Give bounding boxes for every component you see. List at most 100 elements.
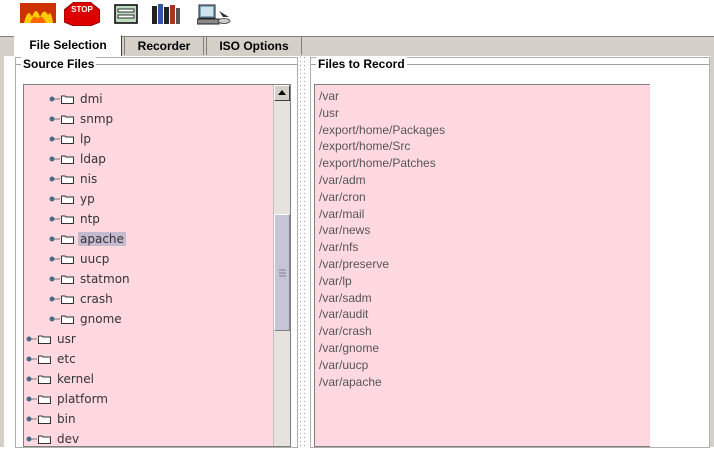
tree-item[interactable]: lp xyxy=(49,129,93,149)
main-window: File Selection Recorder ISO Options Sour… xyxy=(0,34,714,448)
tree-handle-icon[interactable] xyxy=(49,215,60,223)
scroll-thumb[interactable] xyxy=(274,214,290,331)
file-list-item[interactable]: /var/cron xyxy=(319,189,366,206)
tree-item[interactable]: crash xyxy=(49,289,115,309)
tree-item[interactable]: platform xyxy=(26,389,110,409)
tree-handle-icon[interactable] xyxy=(49,155,60,163)
scroll-up-arrow[interactable] xyxy=(274,85,290,101)
tree-item[interactable]: bin xyxy=(26,409,78,429)
folder-icon xyxy=(61,95,74,104)
fire-icon xyxy=(20,3,56,23)
tab-recorder[interactable]: Recorder xyxy=(124,36,204,55)
books-button[interactable] xyxy=(150,0,182,28)
tree-item-label: usr xyxy=(57,332,76,346)
tree-item-label: platform xyxy=(57,392,108,406)
tree-handle-icon[interactable] xyxy=(49,235,60,243)
file-list-item[interactable]: /var/adm xyxy=(319,172,366,189)
tree-item[interactable]: statmon xyxy=(49,269,132,289)
tree-item-label: apache xyxy=(78,232,126,246)
tree-item[interactable]: kernel xyxy=(26,369,96,389)
tree-handle-icon[interactable] xyxy=(49,275,60,283)
tree-item-label: dev xyxy=(57,432,80,446)
file-list-item[interactable]: /var/preserve xyxy=(319,256,389,273)
folder-icon xyxy=(38,395,51,404)
tree-item-label: snmp xyxy=(80,112,114,126)
tree-item[interactable]: dmi xyxy=(49,89,105,109)
files-to-record-group: Files to Record /var/usr/export/home/Pac… xyxy=(310,57,710,448)
tree-item[interactable]: gnome xyxy=(49,309,124,329)
tree-handle-icon[interactable] xyxy=(49,195,60,203)
file-list-item[interactable]: /var/lp xyxy=(319,273,352,290)
folder-icon xyxy=(61,275,74,284)
folder-icon xyxy=(38,335,51,344)
file-list-item[interactable]: /usr xyxy=(319,105,339,122)
tree-item-label: yp xyxy=(80,192,95,206)
tree-item-label: crash xyxy=(80,292,113,306)
tree-item-label: etc xyxy=(57,352,76,366)
tree-item[interactable]: etc xyxy=(26,349,78,369)
tree-handle-icon[interactable] xyxy=(26,375,37,383)
tree-item-label: gnome xyxy=(80,312,122,326)
tree-handle-icon[interactable] xyxy=(26,435,37,443)
divider-grip-icon xyxy=(300,57,308,448)
tree-handle-icon[interactable] xyxy=(49,95,60,103)
tree-item[interactable]: usr xyxy=(26,329,78,349)
folder-icon xyxy=(38,355,51,364)
file-list-item[interactable]: /var/apache xyxy=(319,374,382,391)
tree-handle-icon[interactable] xyxy=(49,115,60,123)
tree-handle-icon[interactable] xyxy=(26,395,37,403)
file-list-item[interactable]: /var/gnome xyxy=(319,340,379,357)
panel-button[interactable] xyxy=(112,0,140,28)
folder-icon xyxy=(61,175,74,184)
fire-button[interactable] xyxy=(18,0,58,28)
tree-item[interactable]: yp xyxy=(49,189,97,209)
tab-file-selection[interactable]: File Selection xyxy=(14,35,122,56)
file-list-item[interactable]: /var/sadm xyxy=(319,290,372,307)
tree-handle-icon[interactable] xyxy=(49,175,60,183)
files-to-record-list[interactable]: /var/usr/export/home/Packages/export/hom… xyxy=(314,84,650,447)
tree-item-label: nis xyxy=(80,172,98,186)
stop-button[interactable]: STOP xyxy=(63,0,101,28)
tree-handle-icon[interactable] xyxy=(26,355,37,363)
tree-item[interactable]: uucp xyxy=(49,249,111,269)
folder-icon xyxy=(61,315,74,324)
tree-item-label: dmi xyxy=(80,92,103,106)
folder-icon xyxy=(61,115,74,124)
file-list-item[interactable]: /export/home/Src xyxy=(319,138,410,155)
tree-item-label: kernel xyxy=(57,372,94,386)
computer-disc-button[interactable] xyxy=(196,0,232,28)
file-list-item[interactable]: /var/uucp xyxy=(319,357,368,374)
tree-handle-icon[interactable] xyxy=(26,335,37,343)
folder-icon xyxy=(38,415,51,424)
tree-item[interactable]: snmp xyxy=(49,109,115,129)
file-list-item[interactable]: /var/crash xyxy=(319,323,372,340)
source-tree-scrollbar[interactable] xyxy=(273,85,290,446)
folder-icon xyxy=(61,195,74,204)
source-files-tree[interactable]: dmi snmp lp ldap nis yp ntp apache uucp statmon cr… xyxy=(23,84,291,447)
file-list-item[interactable]: /export/home/Patches xyxy=(319,155,436,172)
tree-item[interactable]: ntp xyxy=(49,209,102,229)
tree-item-label: statmon xyxy=(80,272,130,286)
tree-handle-icon[interactable] xyxy=(49,315,60,323)
tree-handle-icon[interactable] xyxy=(49,135,60,143)
folder-icon xyxy=(61,135,74,144)
tree-item-label: ntp xyxy=(80,212,100,226)
split-divider[interactable] xyxy=(300,57,308,448)
tree-item[interactable]: dev xyxy=(26,429,81,446)
file-list-item[interactable]: /var/news xyxy=(319,222,370,239)
tree-item[interactable]: nis xyxy=(49,169,99,189)
arrow-up-icon xyxy=(278,90,286,95)
tree-handle-icon[interactable] xyxy=(49,255,60,263)
grip-icon xyxy=(279,269,286,277)
file-list-item[interactable]: /var xyxy=(319,88,339,105)
file-list-item[interactable]: /var/nfs xyxy=(319,239,358,256)
tree-item[interactable]: apache xyxy=(49,229,126,249)
tab-iso-options[interactable]: ISO Options xyxy=(206,36,302,55)
file-list-item[interactable]: /export/home/Packages xyxy=(319,122,445,139)
tree-handle-icon[interactable] xyxy=(26,415,37,423)
tab-content: Source Files dmi snmp lp ldap nis yp ntp apache… xyxy=(4,56,710,448)
tree-handle-icon[interactable] xyxy=(49,295,60,303)
file-list-item[interactable]: /var/audit xyxy=(319,306,368,323)
tree-item[interactable]: ldap xyxy=(49,149,108,169)
file-list-item[interactable]: /var/mail xyxy=(319,206,364,223)
